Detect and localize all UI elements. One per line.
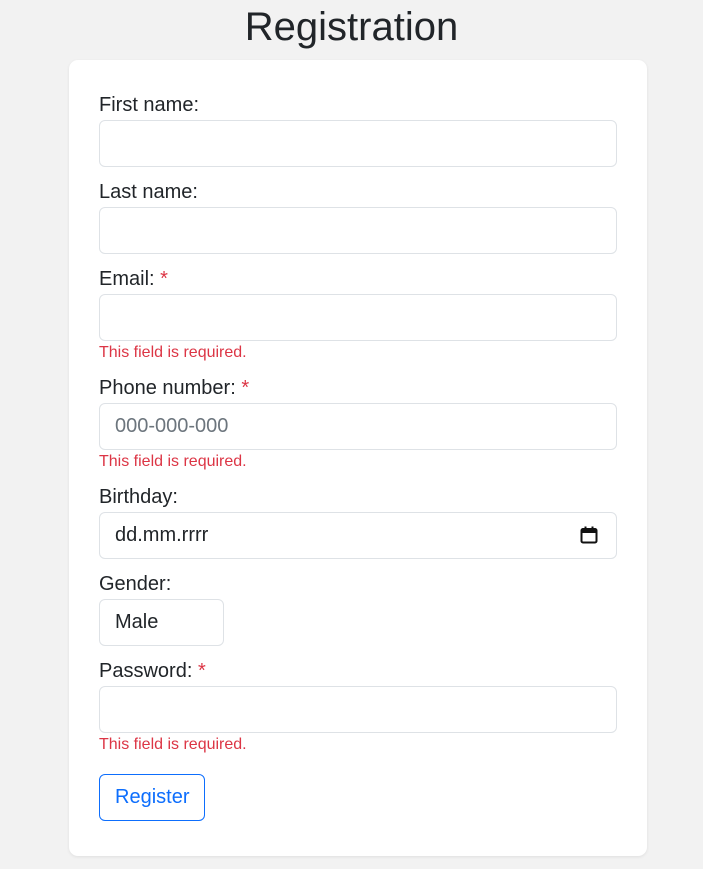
first-name-group: First name: (99, 93, 617, 167)
first-name-label: First name: (99, 94, 200, 116)
phone-label: Phone number: (99, 377, 236, 399)
birthday-group: Birthday: dd.mm.rrrr (99, 485, 617, 559)
email-label-row: Email: * (99, 267, 617, 291)
password-label-row: Password: * (99, 659, 617, 683)
email-input[interactable] (99, 294, 617, 341)
birthday-date-format: dd.mm.rrrr (115, 524, 209, 546)
email-group: Email: * This field is required. (99, 267, 617, 363)
password-label: Password: (99, 660, 193, 682)
phone-label-row: Phone number: * (99, 376, 617, 400)
password-input[interactable] (99, 686, 617, 733)
phone-group: Phone number: * This field is required. (99, 376, 617, 472)
email-label: Email: (99, 268, 155, 290)
birthday-input[interactable]: dd.mm.rrrr (99, 512, 617, 559)
required-mark: * (241, 377, 250, 399)
first-name-input[interactable] (99, 120, 617, 167)
phone-input[interactable] (99, 403, 617, 450)
register-button[interactable]: Register (99, 774, 206, 821)
password-group: Password: * This field is required. (99, 659, 617, 755)
email-error: This field is required. (99, 344, 247, 361)
last-name-group: Last name: (99, 180, 617, 254)
last-name-input[interactable] (99, 207, 617, 254)
birthday-label: Birthday: (99, 486, 178, 508)
page-title: Registration (244, 5, 459, 49)
calendar-icon[interactable] (580, 526, 598, 544)
required-mark: * (197, 660, 206, 682)
gender-group: Gender: Male (99, 572, 617, 646)
last-name-label: Last name: (99, 181, 198, 203)
registration-form: First name: Last name: Email: * This fie… (69, 60, 647, 856)
phone-error: This field is required. (99, 453, 247, 470)
password-error: This field is required. (99, 736, 247, 753)
gender-label: Gender: (99, 573, 172, 595)
gender-select[interactable]: Male (99, 599, 224, 646)
required-mark: * (160, 268, 168, 290)
